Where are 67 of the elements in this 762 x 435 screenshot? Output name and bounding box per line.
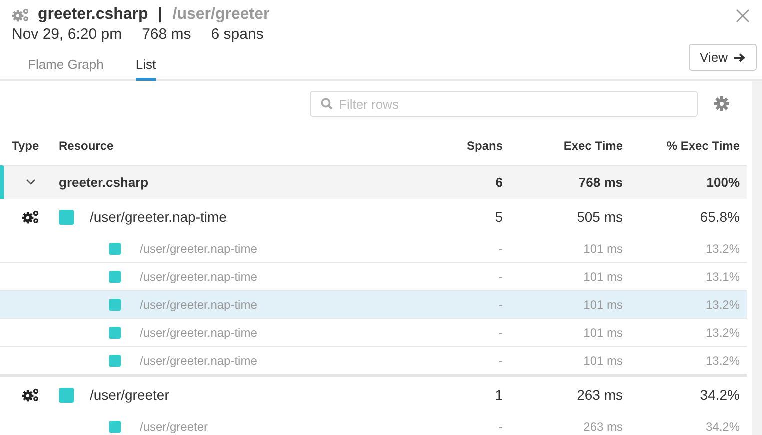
table-cell-text: 1 [494, 387, 503, 403]
table-cell-text: 13.2% [704, 354, 740, 368]
column-header[interactable]: Type [12, 139, 59, 153]
search-icon [321, 98, 333, 110]
service-color-icon [59, 210, 74, 224]
service-color-icon [59, 388, 74, 402]
table-cell-text: 13.2% [704, 326, 740, 340]
table-cell: /user/greeter [140, 420, 208, 434]
table-cell: /user/greeter.nap-time [140, 242, 258, 256]
arrow-icon [734, 52, 746, 62]
table-cell: /user/greeter.nap-time [140, 354, 258, 368]
view-button[interactable]: View [689, 44, 757, 71]
table-cell-text: 768 ms [578, 175, 623, 190]
table-cell-text: - [498, 326, 503, 340]
table-cell-text: 13.2% [704, 242, 740, 256]
table-cell: /user/greeter [90, 387, 170, 403]
table-cell-text: - [498, 270, 503, 284]
table-cell-text: 263 ms [582, 420, 623, 434]
table-cell: /user/greeter.nap-time [140, 270, 258, 284]
table-cell-text: 6 [494, 175, 503, 190]
filter-field[interactable]: Filter rows [310, 91, 698, 117]
table-cell: /user/greeter.nap-time [90, 209, 227, 225]
service-title: greeter.csharp [38, 6, 148, 24]
table-cell-text: 100% [706, 175, 740, 190]
table-cell-text: 263 ms [576, 387, 623, 403]
table-cell-text: 13.1% [704, 270, 740, 284]
table-cell-text: - [498, 420, 503, 434]
table-cell-text: - [498, 298, 503, 312]
table-cell-text: 5 [494, 209, 503, 225]
column-header[interactable]: Spans [413, 139, 503, 153]
trace-duration: 768 ms [142, 26, 192, 43]
table-cell-text: 13.2% [704, 298, 740, 312]
service-color-icon [109, 298, 121, 310]
chevron-icon[interactable] [26, 179, 36, 186]
resource-title: /user/greeter [172, 6, 270, 24]
group-name: greeter.csharp [59, 175, 150, 190]
gears-icon [12, 8, 30, 22]
service-color-icon [109, 270, 121, 282]
separator: | [158, 6, 163, 24]
service-color-icon [109, 326, 121, 338]
column-header[interactable]: % Exec Time [623, 139, 740, 153]
table-cell-text: - [498, 242, 503, 256]
gears-icon [22, 210, 40, 224]
trace-date: Nov 29, 6:20 pm [12, 26, 122, 43]
gears-icon [22, 388, 40, 402]
tab[interactable]: Flame Graph [28, 53, 104, 81]
table-cell-text: 101 ms [582, 242, 623, 256]
table-cell-text: 101 ms [582, 270, 623, 284]
table-cell-text: 34.2% [704, 420, 740, 434]
table-cell: /user/greeter.nap-time [140, 298, 258, 312]
table-cell-text: 101 ms [582, 354, 623, 368]
table-cell-text: - [498, 354, 503, 368]
service-color-icon [109, 354, 121, 366]
table-cell-text: 34.2% [699, 387, 740, 403]
close-icon[interactable] [736, 9, 750, 23]
service-color-icon [109, 420, 121, 432]
table-cell-text: 101 ms [582, 298, 623, 312]
column-header[interactable]: Resource [59, 139, 413, 153]
span-count: 6 spans [211, 26, 264, 43]
column-header[interactable]: Exec Time [503, 139, 623, 153]
service-color-icon [109, 242, 121, 254]
settings-icon[interactable] [714, 96, 730, 112]
table-cell-text: 505 ms [576, 209, 623, 225]
table-cell-text: 101 ms [582, 326, 623, 340]
table-cell: /user/greeter.nap-time [140, 326, 258, 340]
table-cell-text: 65.8% [699, 209, 740, 225]
tab[interactable]: List [136, 53, 156, 81]
